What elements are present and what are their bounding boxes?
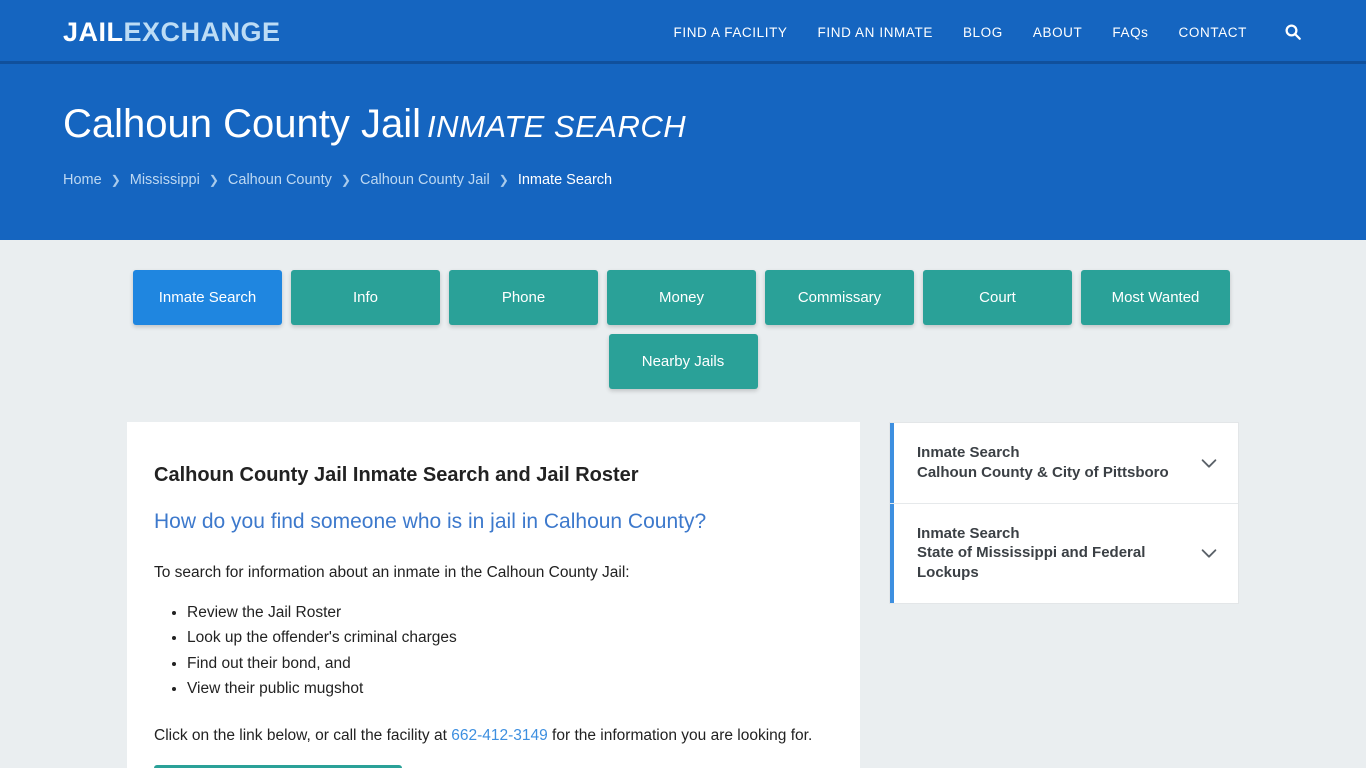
content-subheading: How do you find someone who is in jail i…	[154, 510, 707, 533]
content-heading: Calhoun County Jail Inmate Search and Ja…	[154, 464, 639, 486]
tab-info[interactable]: Info	[291, 270, 440, 325]
tab-money[interactable]: Money	[607, 270, 756, 325]
accordion-item-detail: Calhoun County & City of Pittsboro	[917, 463, 1169, 481]
facility-tabs-row-1: Inmate Search Info Phone Money Commissar…	[133, 270, 1233, 325]
logo-text-primary: JAIL	[63, 16, 124, 47]
breadcrumb: Home ❯ Mississippi ❯ Calhoun County ❯ Ca…	[63, 172, 1303, 188]
tab-phone[interactable]: Phone	[449, 270, 598, 325]
top-navigation-bar: JAILEXCHANGE FIND A FACILITY FIND AN INM…	[0, 0, 1366, 64]
nav-item-find-a-facility[interactable]: FIND A FACILITY	[674, 25, 788, 40]
nav-item-blog[interactable]: BLOG	[963, 25, 1003, 40]
nav-item-find-an-inmate[interactable]: FIND AN INMATE	[818, 25, 933, 40]
accordion-item-label: Inmate Search Calhoun County & City of P…	[917, 443, 1198, 483]
accordion-item-title: Inmate Search	[917, 444, 1020, 461]
accordion-item-label: Inmate Search State of Mississippi and F…	[917, 524, 1198, 583]
tab-inmate-search[interactable]: Inmate Search	[133, 270, 282, 325]
search-icon[interactable]	[1283, 22, 1303, 42]
breadcrumb-separator: ❯	[208, 173, 219, 187]
list-item: Review the Jail Roster	[187, 600, 833, 625]
tab-commissary[interactable]: Commissary	[765, 270, 914, 325]
page-title-facility: Calhoun County Jail	[63, 102, 421, 146]
sidebar-accordion: Inmate Search Calhoun County & City of P…	[889, 422, 1239, 604]
accordion-item-inmate-search-state[interactable]: Inmate Search State of Mississippi and F…	[890, 503, 1238, 604]
accordion-item-inmate-search-county[interactable]: Inmate Search Calhoun County & City of P…	[890, 423, 1238, 504]
site-logo[interactable]: JAILEXCHANGE	[63, 16, 281, 47]
breadcrumb-separator: ❯	[110, 173, 121, 187]
breadcrumb-item-calhoun-county[interactable]: Calhoun County	[228, 172, 332, 188]
contact-footnote: Click on the link below, or call the fac…	[154, 727, 833, 745]
breadcrumb-separator: ❯	[498, 173, 509, 187]
facility-tabs: Inmate Search Info Phone Money Commissar…	[133, 240, 1233, 389]
list-item: Find out their bond, and	[187, 651, 833, 676]
tab-court[interactable]: Court	[923, 270, 1072, 325]
tab-nearby-jails[interactable]: Nearby Jails	[608, 334, 758, 389]
content-lead-text: To search for information about an inmat…	[154, 564, 630, 582]
breadcrumb-separator: ❯	[340, 173, 351, 187]
page-title: Calhoun County Jail INMATE SEARCH	[63, 102, 1303, 146]
nav-item-faqs[interactable]: FAQs	[1112, 25, 1148, 40]
list-item: View their public mugshot	[187, 676, 833, 701]
tab-most-wanted[interactable]: Most Wanted	[1081, 270, 1230, 325]
search-steps-list: Review the Jail Roster Look up the offen…	[154, 600, 833, 700]
breadcrumb-item-home[interactable]: Home	[63, 172, 102, 188]
main-nav: FIND A FACILITY FIND AN INMATE BLOG ABOU…	[674, 22, 1304, 42]
chevron-down-icon[interactable]	[1198, 452, 1220, 474]
hero-banner: Calhoun County Jail INMATE SEARCH Home ❯ …	[0, 64, 1366, 240]
breadcrumb-item-mississippi[interactable]: Mississippi	[130, 172, 200, 188]
page-title-section: INMATE SEARCH	[427, 109, 687, 144]
list-item: Look up the offender's criminal charges	[187, 625, 833, 650]
accordion-item-title: Inmate Search	[917, 524, 1020, 542]
content-area: Calhoun County Jail Inmate Search and Ja…	[127, 389, 1239, 768]
facility-tabs-row-2: Nearby Jails	[133, 334, 1233, 389]
footnote-text-before: Click on the link below, or call the fac…	[154, 726, 452, 744]
nav-item-about[interactable]: ABOUT	[1033, 25, 1083, 40]
accordion-item-detail: State of Mississippi and Federal Lockups	[917, 544, 1146, 582]
chevron-down-icon[interactable]	[1198, 542, 1220, 564]
nav-item-contact[interactable]: CONTACT	[1179, 25, 1247, 40]
main-content-card: Calhoun County Jail Inmate Search and Ja…	[127, 422, 860, 768]
footnote-text-after: for the information you are looking for.	[547, 726, 813, 744]
facility-phone-link[interactable]: 662-412-3149	[451, 727, 548, 744]
breadcrumb-item-current: Inmate Search	[517, 172, 613, 188]
breadcrumb-item-calhoun-county-jail[interactable]: Calhoun County Jail	[360, 172, 490, 188]
logo-text-secondary: EXCHANGE	[123, 16, 281, 47]
